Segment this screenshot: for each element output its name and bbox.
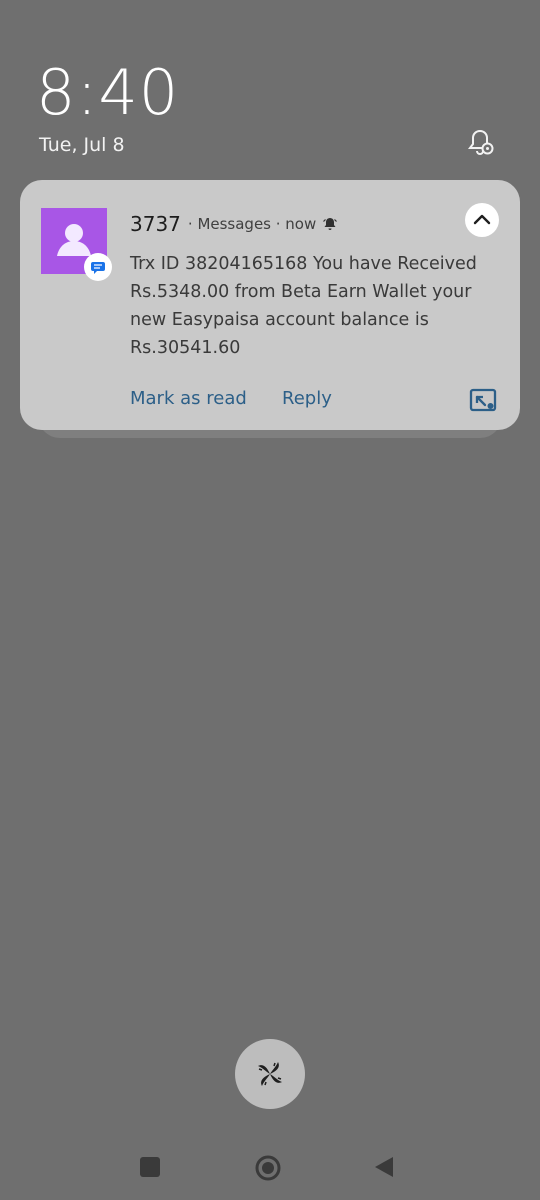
alarm-bell-icon (323, 218, 338, 230)
notification-card[interactable]: 3737 · Messages · now Trx ID 38204165168… (20, 180, 520, 430)
notification-header: 3737 · Messages · now (130, 212, 338, 236)
fingerprint-swirl-icon (258, 1062, 282, 1086)
lockscreen-date: Tue, Jul 8 (39, 134, 125, 156)
notification-settings-icon[interactable] (464, 126, 498, 160)
lockscreen-clock: 8:40 (36, 56, 180, 129)
app-meta: · Messages · now (187, 215, 317, 233)
home-button[interactable] (255, 1155, 281, 1181)
recents-button[interactable] (140, 1157, 160, 1177)
collapse-button[interactable] (465, 203, 499, 237)
unlock-button[interactable] (235, 1039, 305, 1109)
mark-as-read-button[interactable]: Mark as read (130, 388, 247, 409)
notification-message: Trx ID 38204165168 You have Received Rs.… (130, 254, 477, 358)
messages-app-badge (84, 253, 112, 281)
messages-app-icon (91, 262, 105, 274)
screenshot-share-icon[interactable] (468, 385, 498, 415)
chevron-up-icon (473, 214, 491, 225)
back-button[interactable] (372, 1155, 396, 1179)
sender-name: 3737 (130, 212, 181, 236)
reply-button[interactable]: Reply (282, 388, 332, 409)
